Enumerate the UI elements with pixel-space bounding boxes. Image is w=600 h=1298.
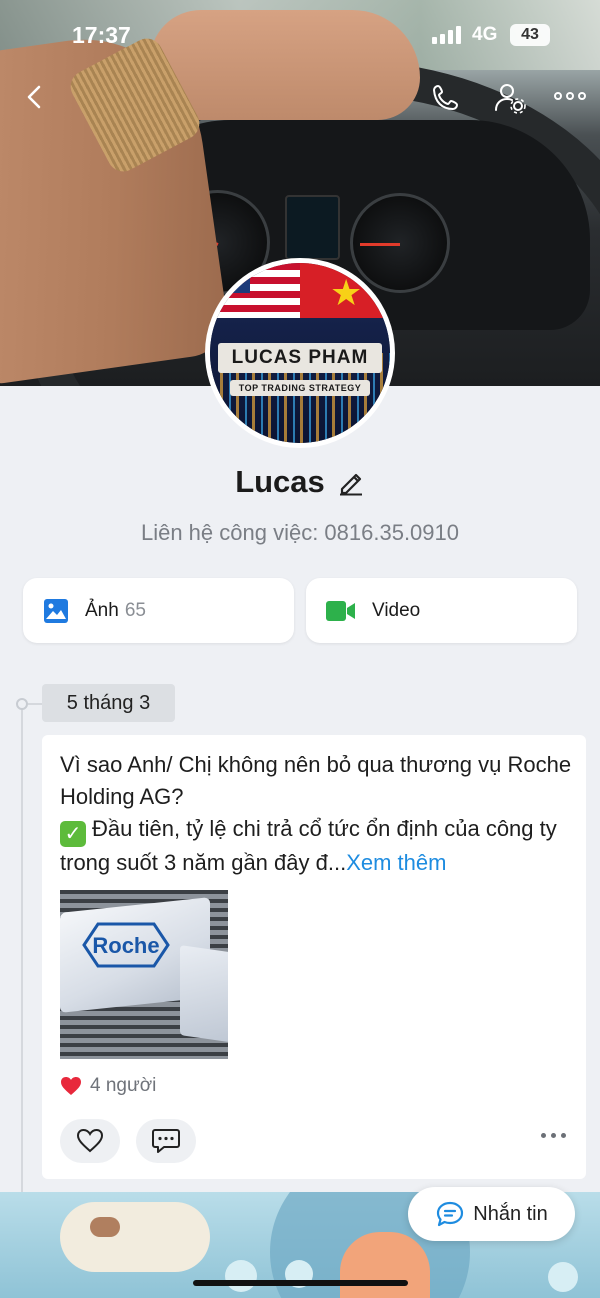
photos-card[interactable]: Ảnh 65 [23, 578, 294, 643]
edit-name-button[interactable] [337, 468, 365, 496]
chevron-left-icon [27, 85, 41, 109]
roche-flag-secondary [180, 945, 228, 1045]
photos-count: 65 [124, 599, 146, 621]
timeline-connector [28, 703, 42, 705]
more-horizontal-icon [554, 92, 586, 100]
profile-name-row: Lucas [0, 464, 600, 500]
network-type: 4G [472, 24, 498, 45]
likes-count: 4 người [90, 1075, 157, 1096]
comment-icon [152, 1129, 180, 1153]
reactions-summary[interactable]: 4 người [60, 1075, 156, 1097]
us-flag [210, 263, 300, 318]
profile-settings-button[interactable] [492, 80, 528, 116]
post-options-button[interactable] [541, 1133, 566, 1138]
message-button-label: Nhắn tin [473, 1202, 548, 1225]
post-image[interactable]: Roche [60, 890, 228, 1059]
star-icon: ★ [330, 272, 363, 313]
status-time: 17:37 [72, 22, 131, 48]
cat-illustration-2 [340, 1232, 430, 1298]
dash-screen [285, 195, 340, 260]
comment-button[interactable] [136, 1119, 196, 1163]
avatar-tagline: TOP TRADING STRATEGY [230, 380, 370, 396]
cat-illustration [60, 1202, 210, 1272]
call-button[interactable] [428, 80, 464, 116]
photos-label: Ảnh [85, 599, 119, 621]
home-indicator[interactable] [193, 1280, 408, 1286]
avatar-name: LUCAS PHAM [218, 343, 382, 373]
chat-bubble-icon [437, 1201, 464, 1227]
avatar[interactable]: ★ LUCAS PHAM TOP TRADING STRATEGY [205, 258, 395, 448]
roche-logo: Roche [82, 922, 170, 968]
status-bar: 17:37 4G 43 [0, 0, 600, 60]
video-camera-icon [326, 600, 355, 621]
post-line-1: Vì sao Anh/ Chị không nên bỏ qua thương … [60, 752, 572, 809]
phone-icon [433, 85, 458, 110]
post-line-2: Đầu tiên, tỷ lệ chi trả cổ tức ổn định c… [60, 816, 557, 875]
profile-name: Lucas [235, 464, 325, 499]
yarn-ball [225, 1260, 257, 1292]
message-button[interactable]: Nhắn tin [408, 1187, 575, 1241]
like-button[interactable] [60, 1119, 120, 1163]
more-options-button[interactable] [552, 78, 588, 114]
post-card[interactable]: Vì sao Anh/ Chị không nên bỏ qua thương … [42, 735, 586, 1179]
battery-icon: 43 [510, 24, 550, 46]
roche-logo-text: Roche [92, 933, 159, 958]
heart-filled-icon [61, 1077, 81, 1095]
profile-bio: Liên hệ công việc: 0816.35.0910 [140, 520, 460, 545]
heart-outline-icon [76, 1128, 104, 1153]
user-settings-icon [495, 84, 526, 114]
see-more-link[interactable]: Xem thêm [346, 850, 446, 875]
post-text[interactable]: Vì sao Anh/ Chị không nên bỏ qua thương … [60, 749, 575, 879]
timeline-date: 5 tháng 3 [42, 684, 175, 722]
yarn-ball-3 [548, 1262, 578, 1292]
check-mark-icon: ✓ [60, 821, 86, 847]
back-button[interactable] [20, 82, 50, 112]
timeline-dot [16, 698, 28, 710]
videos-card[interactable]: Video [306, 578, 577, 643]
videos-label: Video [372, 599, 421, 621]
signal-icon [432, 26, 461, 44]
image-icon [44, 598, 68, 623]
